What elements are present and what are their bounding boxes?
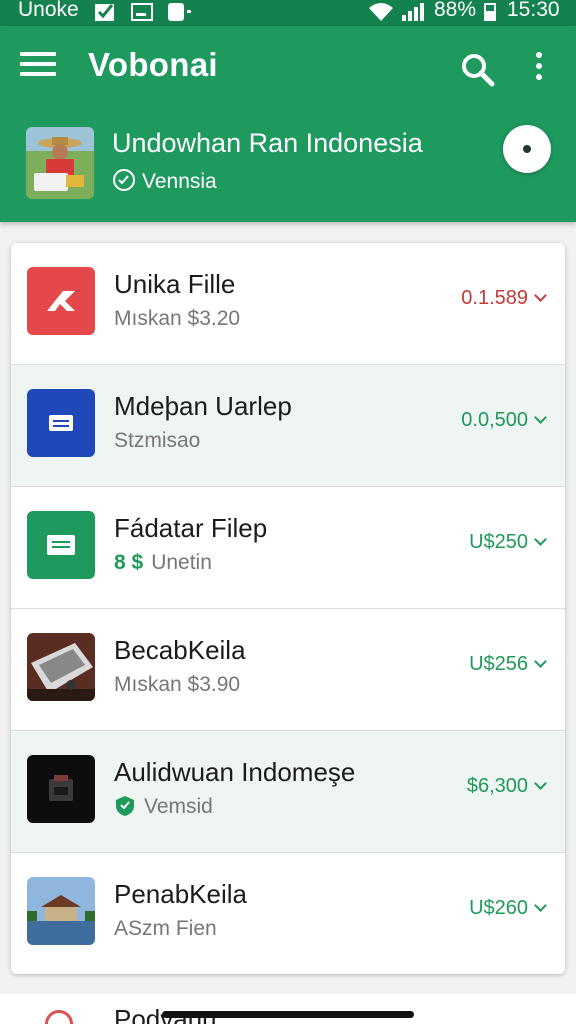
battery-percent: 88% — [434, 0, 477, 21]
item-icon — [27, 511, 95, 579]
item-title: BecabKeila — [114, 635, 246, 665]
verified-icon — [113, 169, 135, 191]
item-icon — [27, 389, 95, 457]
green-document-icon — [27, 511, 95, 579]
item-subtitle: Stzmisao — [114, 429, 201, 452]
item-subtitle: Mıskan $3.20 — [114, 307, 241, 330]
profile-subtitle-text: Vennsia — [142, 170, 217, 193]
red-arrow-icon — [27, 267, 95, 335]
app-bar: Vobonai Undowhan Ran Indonesia Vennsia — [0, 26, 576, 222]
list-item-partial[interactable]: Podvauu — [0, 994, 576, 1024]
item-amount: U$256 — [469, 653, 547, 676]
dollar-label: 8 $ — [114, 551, 144, 574]
item-icon — [27, 755, 95, 823]
signal-icon — [402, 3, 424, 21]
chevron-down-icon — [534, 289, 547, 302]
red-circle-icon — [45, 1010, 73, 1024]
item-subtitle: ASzm Fien — [114, 917, 217, 940]
chevron-down-icon — [534, 655, 547, 668]
search-button[interactable] — [460, 52, 496, 88]
item-icon — [27, 267, 95, 335]
wifi-icon — [369, 3, 393, 21]
more-vert-icon — [536, 52, 542, 58]
profile-avatar[interactable] — [26, 127, 94, 199]
keyboard-photo-icon — [27, 633, 95, 701]
hamburger-menu-icon — [20, 52, 56, 56]
item-title: Fádatar Filep — [114, 513, 268, 543]
chevron-down-icon — [534, 899, 547, 912]
dark-app-icon — [27, 755, 95, 823]
app-title: Vobonai — [88, 46, 218, 83]
battery-icon — [484, 3, 496, 21]
item-subtitle: 8 $ Unetin — [114, 551, 212, 574]
status-bar: Unoke 88% 15:30 — [0, 0, 576, 26]
item-subtitle: Vemsid — [114, 795, 213, 819]
shield-check-icon — [116, 796, 134, 816]
item-title: Mdeþan Uarlep — [114, 391, 292, 421]
item-amount: 0.1.589 — [461, 287, 547, 310]
item-subtitle: Mıskan $3.90 — [114, 673, 241, 696]
item-icon — [27, 877, 95, 945]
tag-icon — [168, 3, 191, 21]
chevron-down-icon — [534, 533, 547, 546]
list-item[interactable]: Unika Fille Mıskan $3.20 0.1.589 — [11, 243, 565, 365]
item-title: Aulidwuan Indomeşe — [114, 757, 356, 787]
search-icon — [462, 54, 495, 87]
item-list: Unika Fille Mıskan $3.20 0.1.589 Mdeþan … — [11, 243, 565, 974]
list-item[interactable]: BecabKeila Mıskan $3.90 U$256 — [11, 609, 565, 731]
list-item[interactable]: Aulidwuan Indomeşe Vemsid $6,300 — [11, 731, 565, 853]
farmer-photo-icon — [26, 127, 94, 199]
home-indicator[interactable] — [162, 1011, 414, 1018]
list-item[interactable]: Mdeþan Uarlep Stzmisao 0.0,500 — [11, 365, 565, 487]
item-amount: $6,300 — [467, 775, 547, 798]
item-amount: U$260 — [469, 897, 547, 920]
checkbox-icon — [95, 4, 114, 21]
blue-document-icon — [27, 389, 95, 457]
profile-action-button[interactable] — [503, 125, 551, 173]
carrier-label: Unoke — [18, 0, 79, 21]
item-icon — [27, 633, 95, 701]
house-photo-icon — [27, 877, 95, 945]
item-amount: 0.0,500 — [461, 409, 547, 432]
list-item[interactable]: PenabKeila ASzm Fien U$260 — [11, 853, 565, 974]
chevron-down-icon — [534, 411, 547, 424]
chevron-down-icon — [534, 777, 547, 790]
item-amount: U$250 — [469, 531, 547, 554]
item-title: PenabKeila — [114, 879, 247, 909]
clock: 15:30 — [507, 0, 560, 21]
list-item[interactable]: Fádatar Filep 8 $ Unetin U$250 — [11, 487, 565, 609]
more-options-button[interactable] — [530, 52, 548, 82]
menu-button[interactable] — [20, 52, 56, 82]
profile-name: Undowhan Ran Indonesia — [112, 128, 423, 158]
item-title: Unika Fille — [114, 269, 236, 299]
profile-subtitle: Vennsia — [112, 168, 217, 194]
card-icon — [131, 3, 153, 21]
